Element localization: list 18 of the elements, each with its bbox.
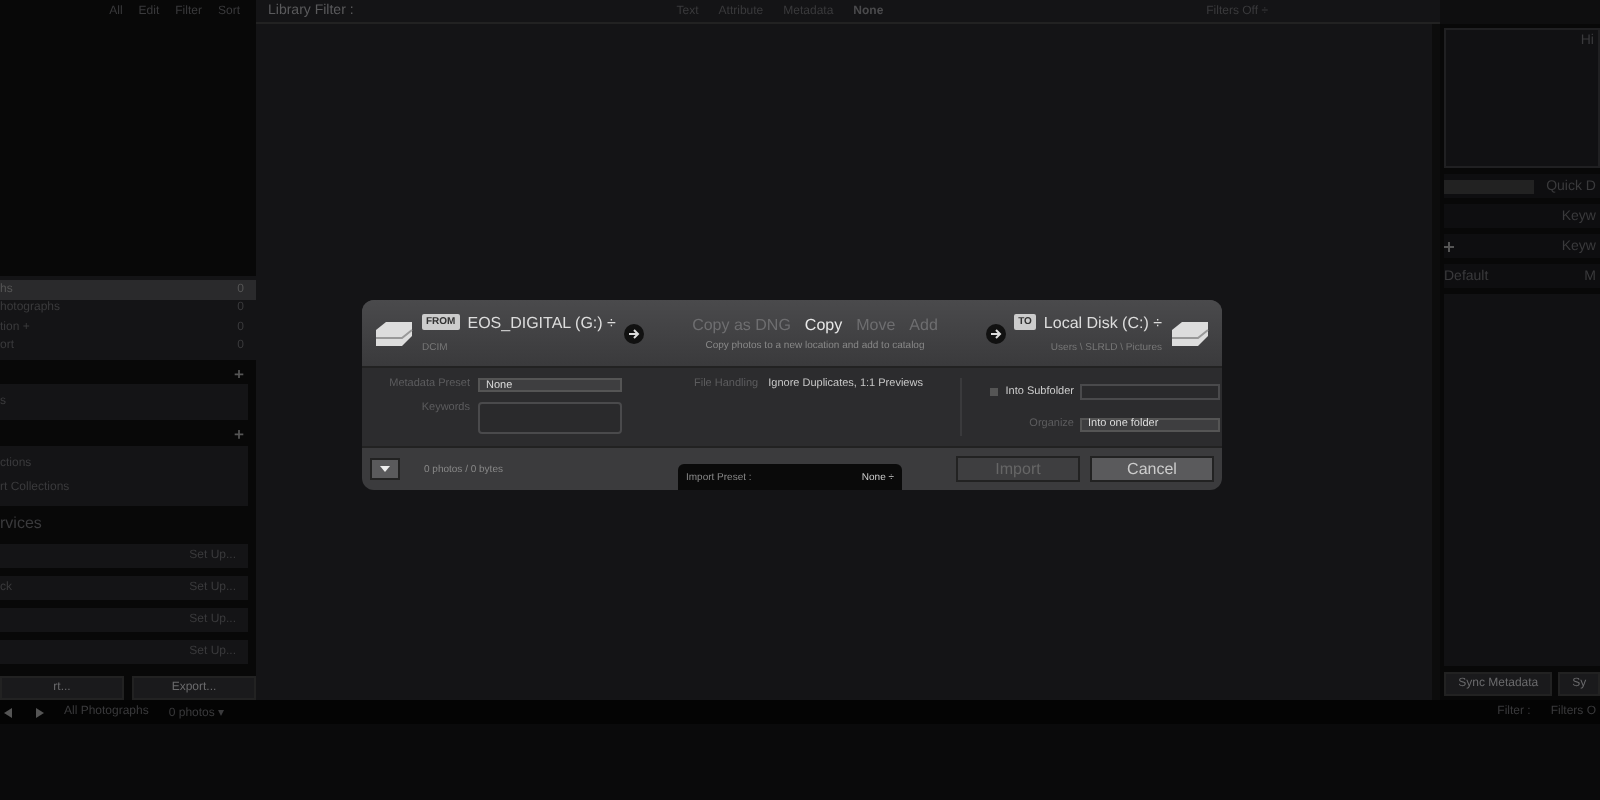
cancel-button[interactable]: Cancel — [1090, 456, 1214, 482]
plus-icon[interactable] — [234, 370, 244, 379]
back-icon[interactable] — [4, 707, 14, 717]
import-mode-option[interactable]: Copy — [804, 315, 843, 333]
destination-dropdown[interactable]: Local Disk (C:) ÷ — [1043, 313, 1162, 331]
arrow-icon — [986, 323, 1007, 343]
toggle-button[interactable] — [370, 458, 400, 480]
checkbox[interactable] — [989, 387, 998, 395]
plus-icon[interactable] — [234, 430, 244, 440]
forward-icon[interactable] — [34, 707, 44, 717]
caret-icon — [380, 466, 390, 472]
drive-icon — [374, 319, 414, 347]
drive-icon — [1170, 319, 1210, 347]
plus-icon[interactable] — [1444, 241, 1454, 251]
subfolder-field[interactable] — [1080, 383, 1220, 399]
arrow-icon — [623, 323, 644, 343]
keywords-field[interactable] — [478, 402, 622, 434]
source-dropdown[interactable]: EOS_DIGITAL (G:) ÷ — [467, 313, 616, 331]
